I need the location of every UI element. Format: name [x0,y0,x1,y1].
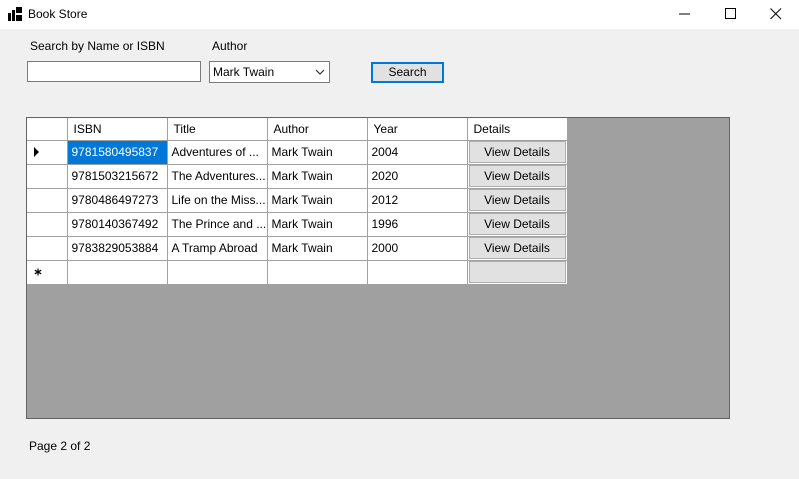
app-window-icon [8,7,22,21]
table-row[interactable]: 9781503215672 The Adventures... Mark Twa… [27,163,568,189]
cell-year[interactable] [366,259,468,285]
cell-author[interactable] [266,259,368,285]
view-details-button[interactable]: View Details [468,189,566,211]
books-grid[interactable]: ISBN Title Author Year Details 978158049… [26,117,730,419]
cell-details: View Details [466,163,568,189]
row-header[interactable] [27,259,68,285]
cell-isbn[interactable]: 9781503215672 [66,163,168,189]
chevron-down-icon [315,69,325,75]
asterisk-icon [34,268,42,276]
view-details-button[interactable]: View Details [468,141,566,163]
cell-isbn[interactable]: 9781580495837 [66,139,168,165]
column-header-author[interactable]: Author [266,118,368,141]
cell-author[interactable]: Mark Twain [266,235,368,261]
cell-author[interactable]: Mark Twain [266,187,368,213]
cell-details: View Details [466,187,568,213]
cell-details: View Details [466,139,568,165]
cell-details: View Details [466,235,568,261]
maximize-icon [725,8,736,19]
title-bar[interactable]: Book Store [0,0,799,29]
cell-year[interactable]: 2000 [366,235,468,261]
row-header-corner[interactable] [27,118,68,141]
minimize-icon [679,13,690,15]
cell-title[interactable]: The Adventures... [166,163,268,189]
new-row[interactable] [27,259,568,285]
column-header-title[interactable]: Title [166,118,268,141]
cell-isbn[interactable]: 9783829053884 [66,235,168,261]
row-header[interactable] [27,187,68,213]
cell-title[interactable]: The Prince and ... [166,211,268,237]
column-header-year[interactable]: Year [366,118,468,141]
close-button[interactable] [753,0,799,29]
cell-details [466,259,568,285]
grid-header-row: ISBN Title Author Year Details [27,118,568,141]
triangle-right-icon [34,147,39,157]
cell-title[interactable] [166,259,268,285]
table-row[interactable]: 9781580495837 Adventures of ... Mark Twa… [27,139,568,165]
cell-isbn[interactable] [66,259,168,285]
cell-title[interactable]: Life on the Miss... [166,187,268,213]
row-header[interactable] [27,139,68,165]
column-header-isbn[interactable]: ISBN [66,118,168,141]
maximize-button[interactable] [708,0,754,29]
search-button[interactable]: Search [371,62,444,83]
view-details-button[interactable]: View Details [468,213,566,235]
cell-author[interactable]: Mark Twain [266,211,368,237]
row-header[interactable] [27,235,68,261]
cell-title[interactable]: A Tramp Abroad [166,235,268,261]
window-title: Book Store [28,7,88,21]
table-row[interactable]: 9780486497273 Life on the Miss... Mark T… [27,187,568,213]
cell-year[interactable]: 2020 [366,163,468,189]
cell-title[interactable]: Adventures of ... [166,139,268,165]
cell-details: View Details [466,211,568,237]
cell-author[interactable]: Mark Twain [266,139,368,165]
page-indicator: Page 2 of 2 [29,439,91,453]
view-details-button[interactable]: View Details [468,237,566,259]
cell-isbn[interactable]: 9780140367492 [66,211,168,237]
author-label: Author [212,39,248,53]
row-header[interactable] [27,211,68,237]
cell-year[interactable]: 2012 [366,187,468,213]
author-dropdown[interactable]: Mark Twain [209,61,330,83]
table-row[interactable]: 9783829053884 A Tramp Abroad Mark Twain … [27,235,568,261]
cell-isbn[interactable]: 9780486497273 [66,187,168,213]
column-header-details[interactable]: Details [466,118,568,141]
minimize-button[interactable] [662,0,708,29]
view-details-button[interactable]: View Details [468,165,566,187]
search-label: Search by Name or ISBN [30,39,165,53]
search-input[interactable] [27,61,201,82]
cell-author[interactable]: Mark Twain [266,163,368,189]
table-row[interactable]: 9780140367492 The Prince and ... Mark Tw… [27,211,568,237]
author-selected-value: Mark Twain [213,65,275,79]
close-icon [770,8,782,20]
cell-year[interactable]: 2004 [366,139,468,165]
cell-year[interactable]: 1996 [366,211,468,237]
view-details-button[interactable] [468,261,566,283]
row-header[interactable] [27,163,68,189]
